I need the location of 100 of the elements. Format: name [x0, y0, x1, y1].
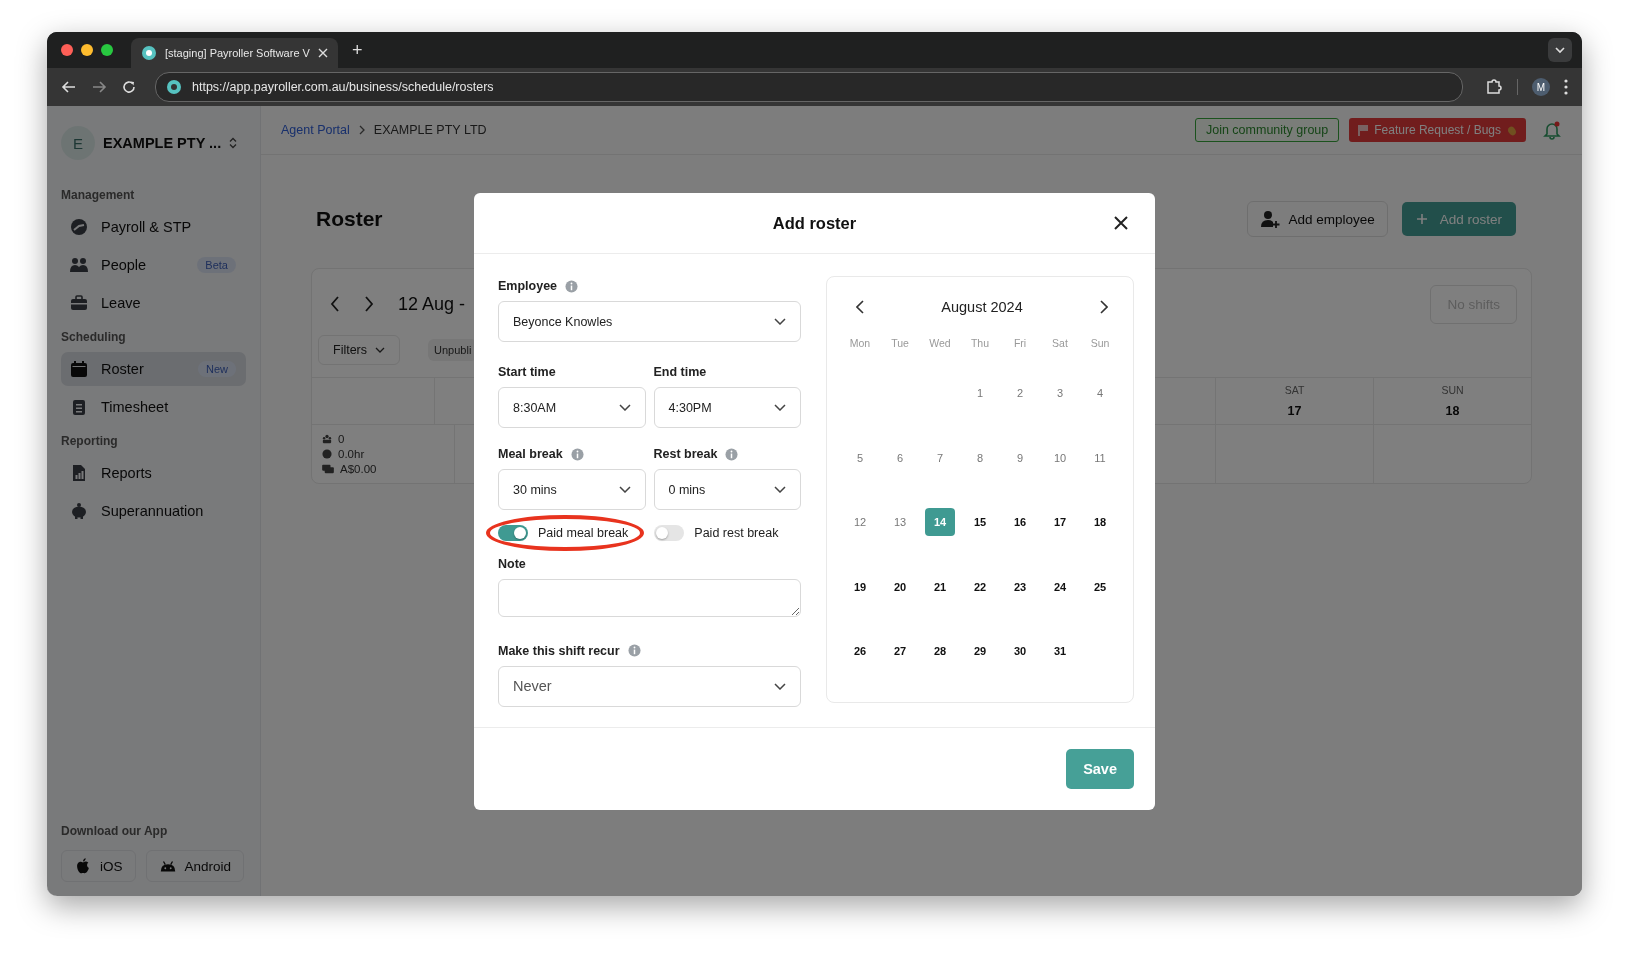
date-range: 12 Aug - — [398, 293, 466, 315]
field-label: Rest break — [653, 447, 718, 462]
site-logo-icon — [141, 45, 157, 61]
calendar-day: 12 — [845, 508, 875, 537]
chevron-down-icon — [774, 318, 786, 325]
select-field[interactable]: 0 mins — [653, 469, 801, 511]
forward-icon[interactable] — [91, 79, 107, 95]
calendar-day[interactable]: 29 — [965, 637, 995, 666]
apple-icon — [74, 857, 92, 875]
recur-select[interactable]: Never — [498, 665, 801, 707]
info-icon[interactable] — [725, 447, 739, 461]
app-download-button[interactable]: iOS — [61, 850, 136, 882]
weekday-label: Sat — [1052, 337, 1068, 349]
new-tab-button[interactable]: + — [351, 39, 363, 61]
calendar-day[interactable]: 26 — [845, 637, 875, 666]
weekday-label: Fri — [1013, 337, 1027, 349]
notification-bell-icon[interactable] — [1542, 120, 1562, 140]
calendar-day: 3 — [1045, 379, 1075, 408]
toggle-switch[interactable] — [498, 525, 528, 542]
calendar-day[interactable]: 17 — [1045, 508, 1075, 537]
calendar-day[interactable]: 22 — [965, 572, 995, 601]
day-date: 17 — [1287, 404, 1302, 418]
calendar-day[interactable]: 23 — [1005, 572, 1035, 601]
select-field[interactable]: 4:30PM — [653, 387, 801, 429]
add-employee-button[interactable]: Add employee — [1247, 201, 1388, 237]
nav-item[interactable]: Reports — [61, 456, 246, 490]
calendar-day: 6 — [885, 443, 915, 472]
nav-item[interactable]: Roster New — [61, 352, 246, 386]
info-icon[interactable] — [627, 644, 641, 658]
nav-item[interactable]: Superannuation — [61, 494, 246, 528]
calendar-day: 5 — [845, 443, 875, 472]
calendar-day[interactable]: 24 — [1045, 572, 1075, 601]
staff-count: 0 — [338, 432, 345, 445]
toggle-switch[interactable] — [654, 525, 685, 542]
calendar-day[interactable]: 18 — [1085, 508, 1115, 537]
reload-icon[interactable] — [121, 79, 137, 95]
minimize-window-icon[interactable] — [81, 44, 93, 56]
chevron-down-icon — [618, 486, 631, 494]
calendar-day: 4 — [1085, 379, 1115, 408]
day-name: SUN — [1441, 384, 1464, 396]
extensions-icon[interactable] — [1485, 78, 1503, 96]
back-icon[interactable] — [61, 79, 77, 95]
calendar-day: 1 — [965, 379, 995, 408]
briefcase-icon — [69, 293, 89, 313]
calendar-day[interactable]: 31 — [1045, 637, 1075, 666]
select-field[interactable]: Beyonce Knowles — [498, 301, 801, 342]
nav-item[interactable]: Leave — [61, 286, 246, 320]
close-window-icon[interactable] — [61, 44, 73, 56]
field-label: Employee — [498, 279, 558, 293]
filters-dropdown[interactable]: Filters — [318, 335, 401, 365]
calendar-day[interactable]: 19 — [845, 572, 875, 601]
weekday-label: Mon — [849, 337, 871, 349]
nav-item[interactable]: Payroll & STP — [61, 210, 246, 244]
browser-tab[interactable]: [staging] Payroller Software V — [131, 38, 338, 68]
company-switcher[interactable]: EXAMPLE PTY ... — [103, 135, 222, 151]
money-icon — [322, 463, 334, 474]
select-field[interactable]: 8:30AM — [498, 387, 646, 429]
note-field[interactable] — [498, 579, 801, 618]
address-bar[interactable]: https://app.payroller.com.au/business/schedule/rosters — [155, 72, 1463, 102]
more-menu-icon[interactable] — [1564, 79, 1568, 95]
app-download-button[interactable]: Android — [145, 850, 245, 882]
dialog-title: Add roster — [772, 213, 857, 233]
section-heading: Scheduling — [61, 330, 127, 344]
previous-week-icon[interactable] — [330, 296, 340, 312]
select-field[interactable]: 30 mins — [498, 469, 646, 511]
piggy-icon — [69, 501, 89, 521]
close-tab-icon[interactable] — [317, 48, 328, 58]
tab-title: [staging] Payroller Software V — [165, 47, 310, 59]
nav-item[interactable]: Timesheet — [61, 390, 246, 424]
calendar-day[interactable]: 15 — [965, 508, 995, 537]
people-icon — [69, 255, 89, 275]
weekday-label: Tue — [891, 337, 909, 349]
calendar-day[interactable]: 25 — [1085, 572, 1115, 601]
next-week-icon[interactable] — [364, 296, 374, 312]
site-info-icon[interactable] — [166, 79, 182, 95]
info-icon[interactable] — [570, 447, 584, 461]
calendar-day[interactable]: 27 — [885, 637, 915, 666]
switcher-chevron-icon[interactable] — [229, 137, 238, 149]
info-icon[interactable] — [565, 279, 579, 293]
calendar-day[interactable]: 16 — [1005, 508, 1035, 537]
calendar-day[interactable]: 28 — [925, 637, 955, 666]
calendar-day[interactable]: 20 — [885, 572, 915, 601]
close-icon[interactable] — [1114, 216, 1128, 230]
total-cost: A$0.00 — [340, 462, 377, 475]
tab-list-button[interactable] — [1548, 38, 1572, 62]
calendar-day[interactable]: 30 — [1005, 637, 1035, 666]
calendar-day[interactable]: 21 — [925, 572, 955, 601]
calendar-day: 9 — [1005, 443, 1035, 472]
next-month-icon[interactable] — [1100, 300, 1108, 314]
day-date: 18 — [1445, 404, 1460, 418]
calendar-day: 10 — [1045, 443, 1075, 472]
nav-item[interactable]: People Beta — [61, 248, 246, 282]
chevron-down-icon — [618, 404, 631, 412]
profile-avatar[interactable]: M — [1532, 78, 1550, 96]
weekday-label: Thu — [970, 337, 990, 349]
calendar-day: 11 — [1085, 443, 1115, 472]
field-label: Note — [498, 557, 526, 572]
maximize-window-icon[interactable] — [101, 44, 113, 56]
previous-month-icon[interactable] — [856, 300, 864, 314]
chevron-down-icon — [774, 404, 786, 412]
